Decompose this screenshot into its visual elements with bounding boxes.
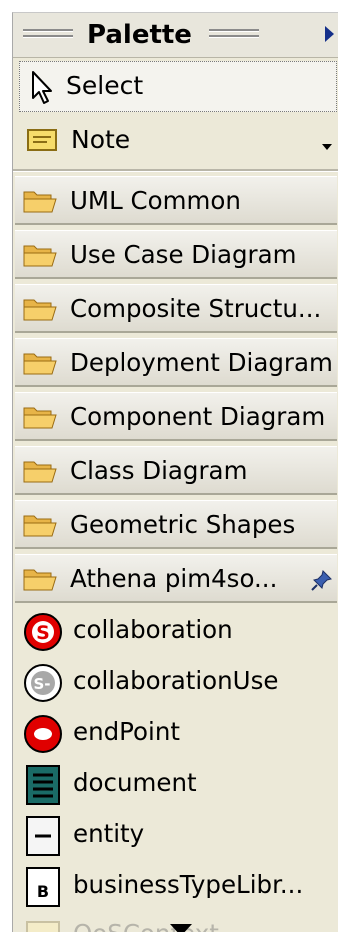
- folder-icon: [23, 407, 57, 429]
- select-label: Select: [66, 71, 144, 100]
- item-business-type-library[interactable]: B businessTypeLibr...: [21, 861, 337, 911]
- end-point-icon: [24, 715, 62, 753]
- item-label: businessTypeLibr...: [73, 870, 304, 899]
- svg-text:B: B: [37, 882, 49, 901]
- item-label: QoSContext: [73, 920, 219, 932]
- item-collaboration-use[interactable]: S- collaborationUse: [21, 657, 337, 707]
- drawer-label: Composite Structu...: [70, 294, 322, 323]
- collapse-arrow-icon[interactable]: [325, 26, 334, 42]
- drawer-label: UML Common: [70, 186, 241, 215]
- drawer-deployment-diagram[interactable]: Deployment Diagram: [15, 338, 337, 387]
- drawer-label: Athena pim4so...: [70, 564, 278, 593]
- chevron-down-icon[interactable]: [322, 144, 332, 150]
- palette-panel: Palette Select Note UML Common Use Case …: [12, 12, 338, 932]
- qos-context-icon: [26, 921, 60, 932]
- drawer-use-case-diagram[interactable]: Use Case Diagram: [15, 230, 337, 279]
- note-icon: [27, 129, 57, 151]
- grip-right-icon: [209, 29, 259, 41]
- collaboration-use-icon: S-: [24, 664, 62, 702]
- grip-left-icon: [23, 29, 73, 41]
- business-type-library-icon: B: [26, 867, 60, 907]
- item-label: entity: [73, 819, 145, 848]
- folder-icon: [23, 299, 57, 321]
- palette-title: Palette: [87, 20, 192, 50]
- svg-text:S-: S-: [33, 675, 50, 693]
- item-label: collaborationUse: [73, 666, 279, 695]
- entity-icon: [26, 816, 60, 856]
- svg-text:S: S: [36, 622, 50, 644]
- folder-icon: [23, 353, 57, 375]
- note-label: Note: [71, 125, 131, 154]
- note-tool[interactable]: Note: [13, 114, 338, 166]
- drawer-component-diagram[interactable]: Component Diagram: [15, 392, 337, 441]
- folder-icon: [23, 515, 57, 537]
- pointer-icon: [32, 71, 52, 104]
- drawer-label: Geometric Shapes: [70, 510, 296, 539]
- drawer-label: Deployment Diagram: [70, 348, 333, 377]
- tools-separator: [13, 169, 338, 172]
- folder-icon: [23, 569, 57, 591]
- item-label: endPoint: [73, 717, 180, 746]
- drawer-uml-common[interactable]: UML Common: [15, 176, 337, 225]
- folder-icon: [23, 245, 57, 267]
- folder-icon: [23, 461, 57, 483]
- folder-icon: [23, 191, 57, 213]
- drawer-label: Use Case Diagram: [70, 240, 297, 269]
- collaboration-icon: S: [24, 613, 62, 651]
- item-document[interactable]: document: [21, 759, 337, 809]
- item-collaboration[interactable]: S collaboration: [21, 606, 337, 656]
- select-tool[interactable]: Select: [19, 61, 337, 112]
- drawer-label: Component Diagram: [70, 402, 326, 431]
- drawer-class-diagram[interactable]: Class Diagram: [15, 446, 337, 495]
- document-icon: [26, 765, 60, 805]
- item-entity[interactable]: entity: [21, 810, 337, 860]
- palette-header[interactable]: Palette: [13, 13, 338, 58]
- drawer-label: Class Diagram: [70, 456, 248, 485]
- pin-icon[interactable]: [311, 569, 333, 591]
- item-end-point[interactable]: endPoint: [21, 708, 337, 758]
- item-label: document: [73, 768, 197, 797]
- drawer-athena-pim4soa[interactable]: Athena pim4so...: [15, 554, 337, 603]
- drawer-composite-structure[interactable]: Composite Structu...: [15, 284, 337, 333]
- drawer-geometric-shapes[interactable]: Geometric Shapes: [15, 500, 337, 549]
- item-label: collaboration: [73, 615, 233, 644]
